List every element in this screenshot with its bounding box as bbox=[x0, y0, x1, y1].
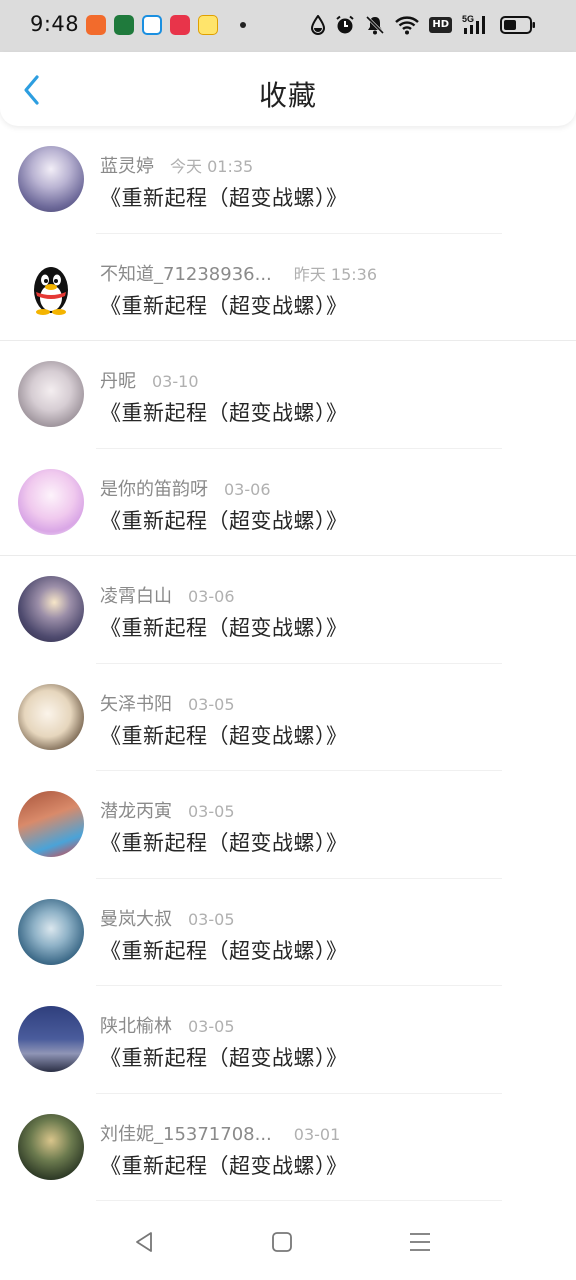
post-time: 03-05 bbox=[188, 694, 235, 714]
post-time: 03-06 bbox=[224, 479, 271, 499]
status-time: 9:48 bbox=[30, 12, 80, 36]
user-name[interactable]: 不知道_71238936... bbox=[100, 260, 272, 286]
app-icon-green bbox=[114, 15, 134, 35]
battery-icon bbox=[500, 16, 535, 34]
avatar[interactable] bbox=[18, 791, 84, 857]
notification-icons bbox=[86, 15, 246, 35]
list-item[interactable]: 潜龙丙寅 03-05 《重新起程（超变战螺）》 bbox=[0, 771, 576, 879]
avatar[interactable] bbox=[18, 576, 84, 642]
item-title[interactable]: 《重新起程（超变战螺）》 bbox=[100, 827, 348, 857]
list-item[interactable]: 不知道_71238936... 昨天 15:36 《重新起程（超变战螺）》 bbox=[0, 234, 576, 341]
post-time: 03-01 bbox=[293, 1124, 341, 1144]
nav-back-button[interactable] bbox=[126, 1224, 162, 1260]
user-name[interactable]: 蓝灵婷 bbox=[100, 152, 154, 178]
drop-icon bbox=[311, 15, 326, 35]
page-title: 收藏 bbox=[258, 79, 317, 112]
post-time: 03-05 bbox=[188, 802, 235, 821]
list-item[interactable]: 矢泽书阳 03-05 《重新起程（超变战螺）》 bbox=[0, 664, 576, 771]
avatar[interactable] bbox=[18, 146, 84, 212]
avatar[interactable] bbox=[18, 683, 84, 750]
user-name[interactable]: 刘佳妮_15371708... bbox=[100, 1120, 272, 1146]
header-bar: 收藏 bbox=[0, 52, 576, 126]
post-time: 03-05 bbox=[188, 909, 235, 929]
system-icons: HD 5G bbox=[311, 14, 536, 36]
item-title[interactable]: 《重新起程（超变战螺）》 bbox=[100, 397, 348, 427]
post-time: 03-05 bbox=[188, 1017, 235, 1036]
item-title[interactable]: 《重新起程（超变战螺）》 bbox=[100, 1042, 348, 1072]
list-item[interactable]: 陕北榆林 03-05 《重新起程（超变战螺）》 bbox=[0, 986, 576, 1094]
list-item[interactable]: 凌霄白山 03-06 《重新起程（超变战螺）》 bbox=[0, 556, 576, 664]
svg-text:5G: 5G bbox=[462, 14, 474, 24]
home-square-icon bbox=[272, 1232, 292, 1252]
avatar[interactable] bbox=[18, 1006, 84, 1072]
favorites-list: 蓝灵婷 今天 01:35 《重新起程（超变战螺）》 不知道_71238936..… bbox=[0, 126, 576, 1201]
app-icon-orange bbox=[86, 15, 106, 35]
user-name[interactable]: 矢泽书阳 bbox=[100, 690, 172, 716]
mute-icon bbox=[366, 15, 385, 35]
item-title[interactable]: 《重新起程（超变战螺）》 bbox=[100, 1150, 348, 1180]
item-title[interactable]: 《重新起程（超变战螺）》 bbox=[100, 505, 348, 535]
avatar[interactable] bbox=[18, 1113, 84, 1180]
user-name[interactable]: 凌霄白山 bbox=[100, 582, 172, 608]
user-name[interactable]: 是你的笛韵呀 bbox=[100, 475, 208, 501]
app-icon-red bbox=[170, 15, 190, 35]
nav-menu-button[interactable] bbox=[402, 1224, 438, 1260]
avatar[interactable] bbox=[18, 468, 84, 535]
back-triangle-icon bbox=[136, 1232, 152, 1252]
post-time: 03-10 bbox=[152, 372, 199, 391]
system-nav-bar bbox=[0, 1202, 576, 1280]
more-notifications-dot bbox=[240, 22, 246, 28]
item-title[interactable]: 《重新起程（超变战螺）》 bbox=[100, 290, 348, 320]
post-time: 昨天 15:36 bbox=[293, 264, 377, 284]
item-title[interactable]: 《重新起程（超变战螺）》 bbox=[100, 720, 348, 750]
list-item[interactable]: 曼岚大叔 03-05 《重新起程（超变战螺）》 bbox=[0, 879, 576, 986]
list-item[interactable]: 蓝灵婷 今天 01:35 《重新起程（超变战螺）》 bbox=[0, 126, 576, 234]
user-name[interactable]: 潜龙丙寅 bbox=[100, 797, 172, 823]
list-item[interactable]: 是你的笛韵呀 03-06 《重新起程（超变战螺）》 bbox=[0, 449, 576, 556]
avatar[interactable] bbox=[18, 361, 84, 427]
alarm-icon bbox=[336, 15, 354, 34]
app-icon-yellow bbox=[198, 15, 218, 35]
signal-icon: 5G bbox=[462, 14, 485, 34]
user-name[interactable]: 曼岚大叔 bbox=[100, 905, 172, 931]
item-title[interactable]: 《重新起程（超变战螺）》 bbox=[100, 182, 348, 212]
user-name[interactable]: 陕北榆林 bbox=[100, 1012, 172, 1038]
list-item[interactable]: 丹昵 03-10 《重新起程（超变战螺）》 bbox=[0, 341, 576, 449]
post-time: 今天 01:35 bbox=[170, 157, 254, 176]
menu-lines-icon bbox=[410, 1233, 430, 1251]
item-title[interactable]: 《重新起程（超变战螺）》 bbox=[100, 612, 348, 642]
avatar[interactable] bbox=[18, 898, 84, 965]
wifi-icon bbox=[395, 16, 420, 35]
list-item[interactable]: 刘佳妮_15371708... 03-01 《重新起程（超变战螺）》 bbox=[0, 1094, 576, 1201]
avatar[interactable] bbox=[18, 253, 84, 320]
hd-badge: HD bbox=[429, 17, 452, 33]
user-name[interactable]: 丹昵 bbox=[100, 367, 136, 393]
item-title[interactable]: 《重新起程（超变战螺）》 bbox=[100, 935, 348, 965]
penguin-icon bbox=[34, 266, 68, 315]
app-icon-blue bbox=[142, 15, 162, 35]
status-bar: 9:48 HD 5G bbox=[0, 0, 576, 52]
divider bbox=[96, 1200, 502, 1201]
post-time: 03-06 bbox=[188, 587, 235, 606]
nav-home-button[interactable] bbox=[264, 1224, 300, 1260]
